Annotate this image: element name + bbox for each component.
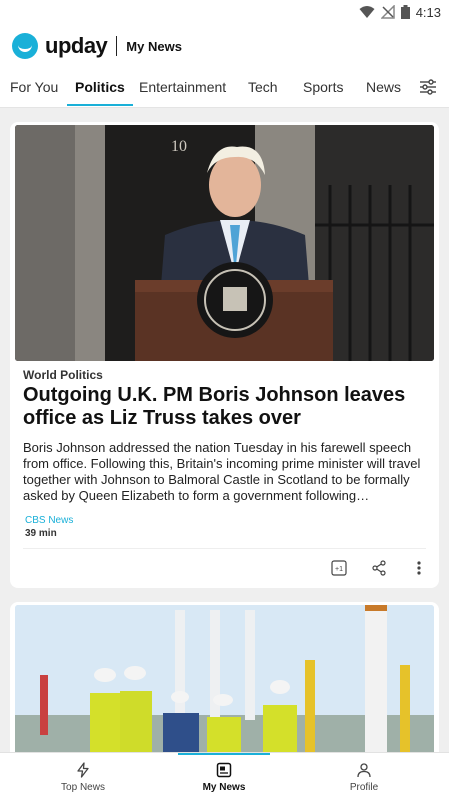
- article-category: World Politics: [23, 368, 103, 382]
- nav-my-news[interactable]: My News: [164, 753, 284, 800]
- bottom-navigation: Top News My News Profile: [0, 752, 449, 800]
- person-icon: [357, 763, 371, 778]
- header-divider: [116, 36, 118, 56]
- article-photo: 10: [15, 125, 434, 361]
- share-button[interactable]: [369, 558, 389, 578]
- wifi-icon: [359, 6, 375, 18]
- tab-tech[interactable]: Tech: [248, 68, 278, 108]
- page-title: My News: [126, 38, 182, 54]
- article-time: 39 min: [25, 528, 57, 539]
- upday-logo-icon: [12, 33, 38, 59]
- nav-label: Top News: [61, 782, 105, 793]
- article-headline[interactable]: Outgoing U.K. PM Boris Johnson leaves of…: [23, 384, 425, 430]
- tab-politics[interactable]: Politics: [67, 68, 133, 108]
- category-tabs: For You Politics Entertainment Tech Spor…: [0, 68, 449, 108]
- filter-settings-icon[interactable]: [419, 78, 437, 96]
- more-options-button[interactable]: [409, 558, 429, 578]
- article-card[interactable]: [10, 602, 439, 762]
- more-vertical-icon: [417, 561, 421, 575]
- article-summary: Boris Johnson addressed the nation Tuesd…: [23, 440, 421, 503]
- card-divider: [23, 548, 426, 549]
- nav-top-news[interactable]: Top News: [23, 753, 143, 800]
- no-signal-icon: [380, 5, 395, 19]
- status-bar: 4:13: [0, 0, 449, 24]
- plus-one-icon: +1: [331, 560, 347, 576]
- newspaper-icon: [216, 762, 232, 778]
- tab-for-you[interactable]: For You: [10, 68, 58, 108]
- door-number: 10: [171, 138, 187, 155]
- article-image[interactable]: [15, 605, 434, 762]
- article-source[interactable]: CBS News: [25, 515, 73, 526]
- nav-label: My News: [202, 782, 246, 793]
- plus-one-button[interactable]: +1: [329, 558, 349, 578]
- battery-icon: [400, 5, 410, 19]
- tab-news[interactable]: News: [366, 68, 401, 108]
- app-logo-text: upday: [45, 33, 108, 58]
- tab-sports[interactable]: Sports: [303, 68, 343, 108]
- status-time: 4:13: [415, 4, 441, 20]
- share-icon: [372, 560, 386, 576]
- app-header: upday My News: [0, 24, 449, 68]
- article-photo: [15, 605, 434, 762]
- article-image[interactable]: 10: [15, 125, 434, 361]
- nav-label: Profile: [349, 782, 379, 793]
- tab-entertainment[interactable]: Entertainment: [139, 68, 226, 108]
- bolt-icon: [77, 762, 89, 778]
- article-card[interactable]: 10 World Politics Outgoing U.K. PM Boris…: [10, 122, 439, 588]
- svg-text:+1: +1: [335, 566, 343, 573]
- nav-profile[interactable]: Profile: [304, 753, 424, 800]
